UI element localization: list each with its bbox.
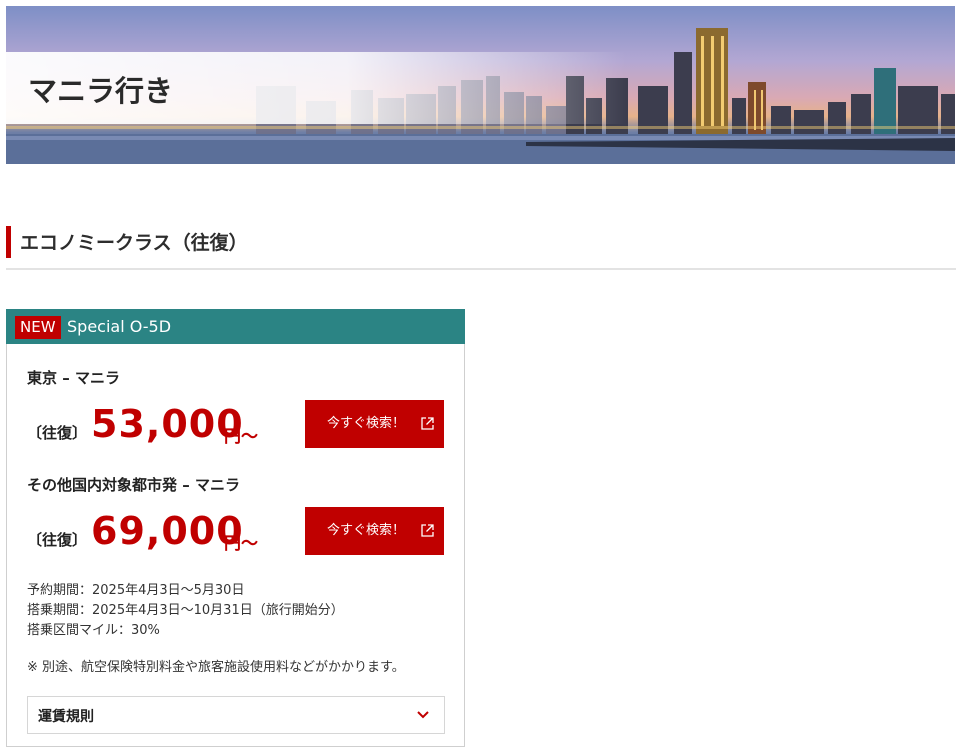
- section-heading: エコノミークラス（往復）: [6, 224, 956, 270]
- trip-type: 〔往復〕: [27, 531, 88, 549]
- section-accent-bar: [6, 226, 11, 258]
- search-now-label: 今すぐ検索！: [327, 523, 406, 538]
- price-unit: 円～: [224, 534, 258, 554]
- fare-card-title: Special O-5D: [67, 317, 172, 336]
- mileage-rate: 搭乗区間マイル：30%: [27, 623, 160, 638]
- booking-period: 予約期間：2025年4月3日～5月30日: [27, 583, 245, 598]
- price-amount: 53,000: [91, 402, 244, 446]
- travel-period: 搭乗期間：2025年4月3日～10月31日（旅行開始分）: [27, 603, 344, 618]
- chevron-down-icon: [417, 711, 429, 719]
- new-badge: NEW: [15, 316, 61, 339]
- fare-rules-label: 運賃規則: [38, 709, 94, 725]
- fare-card: NEW Special O-5D 東京 – マニラ 〔往復〕 53,000 円～…: [6, 309, 465, 747]
- external-link-icon: [421, 524, 434, 537]
- hero-banner: マニラ行き: [6, 6, 955, 164]
- fare-rules-accordion[interactable]: 運賃規則: [27, 696, 445, 734]
- search-now-button[interactable]: 今すぐ検索！: [305, 400, 444, 448]
- fare-card-header: NEW Special O-5D: [6, 309, 465, 344]
- route-label: その他国内対象都市発 – マニラ: [27, 476, 240, 494]
- trip-type: 〔往復〕: [27, 424, 88, 442]
- price-amount: 69,000: [91, 509, 244, 553]
- route-label: 東京 – マニラ: [27, 369, 120, 387]
- search-now-label: 今すぐ検索！: [327, 416, 406, 431]
- search-now-button[interactable]: 今すぐ検索！: [305, 507, 444, 555]
- surcharge-note: ※ 別途、航空保険特別料金や旅客施設使用料などがかかります。: [27, 660, 405, 675]
- price-unit: 円～: [224, 427, 258, 447]
- external-link-icon: [421, 417, 434, 430]
- page-title: マニラ行き: [28, 74, 174, 108]
- section-title: エコノミークラス（往復）: [20, 232, 248, 254]
